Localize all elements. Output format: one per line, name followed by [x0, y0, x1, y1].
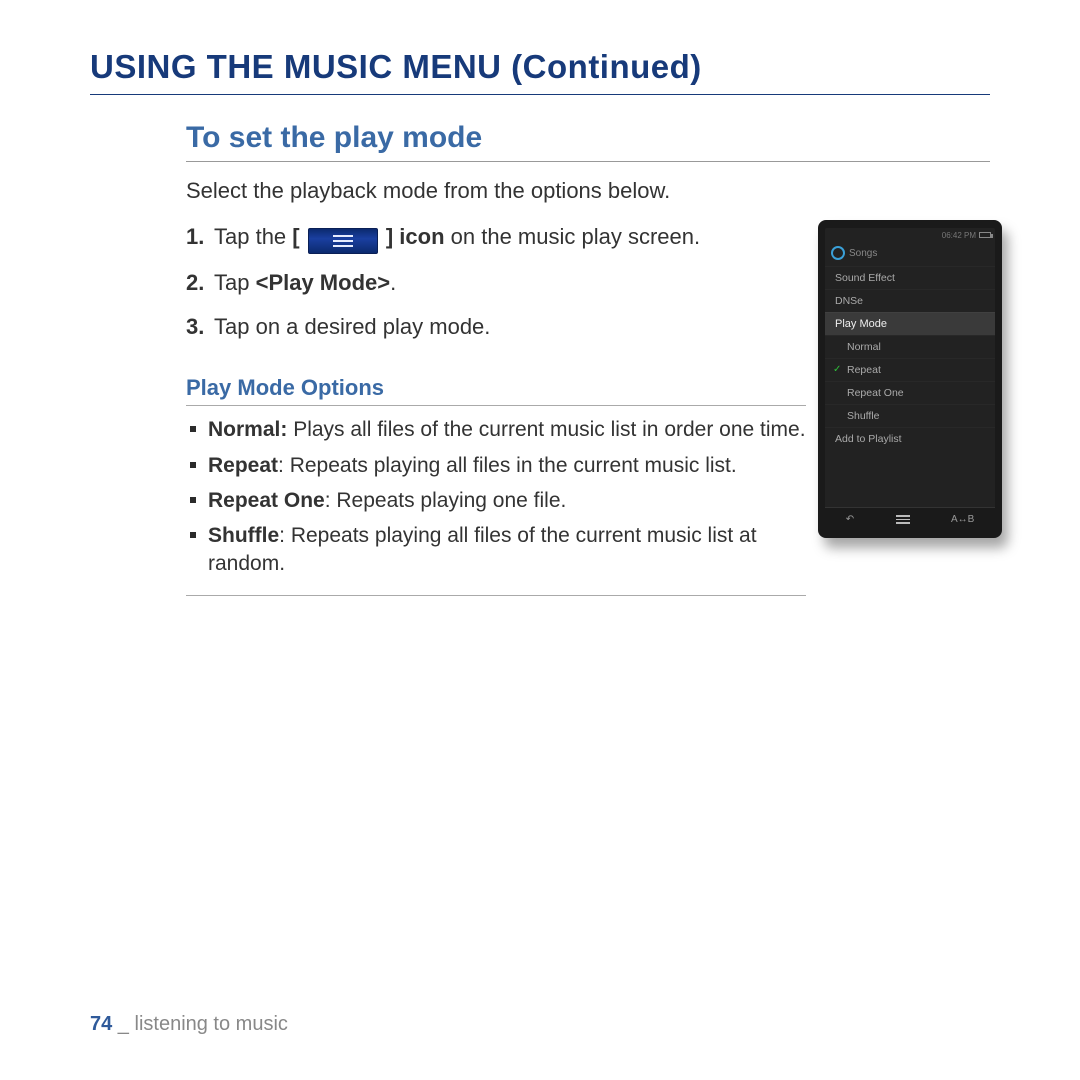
section-heading: To set the play mode [186, 121, 990, 162]
nav-ab-icon[interactable]: A↔B [951, 514, 974, 525]
menu-row-add-playlist[interactable]: Add to Playlist [825, 427, 995, 450]
option-desc: : Repeats playing all files of the curre… [208, 524, 757, 574]
app-logo-icon [831, 246, 845, 260]
options-heading: Play Mode Options [186, 375, 806, 406]
option-desc: Plays all files of the current music lis… [287, 418, 805, 441]
options-list: Normal: Plays all files of the current m… [186, 416, 806, 595]
status-time: 06:42 PM [942, 231, 976, 240]
option-normal: Normal: Plays all files of the current m… [186, 416, 806, 443]
step-3: Tap on a desired play mode. [186, 312, 806, 342]
menu-row-repeat[interactable]: Repeat [825, 358, 995, 381]
step-2-bold: <Play Mode> [256, 270, 391, 295]
option-term: Repeat [208, 454, 278, 477]
menu-row-repeat-one[interactable]: Repeat One [825, 381, 995, 404]
intro-text: Select the playback mode from the option… [186, 178, 806, 204]
menu-row-shuffle[interactable]: Shuffle [825, 404, 995, 427]
menu-row-dnse[interactable]: DNSe [825, 289, 995, 312]
screen-header: Songs [825, 242, 995, 264]
menu-row-play-mode[interactable]: Play Mode [825, 312, 995, 335]
page-footer: 74 _ listening to music [90, 1013, 288, 1036]
nav-menu-icon[interactable] [896, 515, 910, 524]
page-title: USING THE MUSIC MENU (Continued) [90, 48, 990, 95]
step-1-post: on the music play screen. [445, 224, 701, 249]
menu-row-normal[interactable]: Normal [825, 335, 995, 358]
status-bar: 06:42 PM [825, 228, 995, 242]
steps-list: Tap the [ ] icon on the music play scree… [186, 222, 806, 341]
step-2-post: . [390, 270, 396, 295]
battery-icon [979, 232, 991, 238]
step-1-bracket-open: [ [292, 224, 299, 249]
option-repeat-one: Repeat One: Repeats playing one file. [186, 487, 806, 514]
option-term: Normal: [208, 418, 287, 441]
menu-icon [308, 228, 378, 254]
menu-row-sound-effect[interactable]: Sound Effect [825, 266, 995, 289]
option-desc: : Repeats playing one file. [325, 489, 567, 512]
footer-section: listening to music [135, 1013, 288, 1035]
device-screenshot: 06:42 PM Songs Sound Effect DNSe Play Mo… [818, 220, 1002, 538]
step-1-pre: Tap the [214, 224, 292, 249]
footer-sep: _ [112, 1013, 134, 1035]
device-navbar: ↶ A↔B [825, 507, 995, 531]
option-desc: : Repeats playing all files in the curre… [278, 454, 737, 477]
nav-back-icon[interactable]: ↶ [846, 514, 854, 525]
option-shuffle: Shuffle: Repeats playing all files of th… [186, 522, 806, 577]
step-1-iconword: icon [393, 224, 444, 249]
option-term: Repeat One [208, 489, 325, 512]
option-term: Shuffle [208, 524, 279, 547]
step-2-pre: Tap [214, 270, 256, 295]
screen-title: Songs [849, 248, 877, 259]
step-1: Tap the [ ] icon on the music play scree… [186, 222, 806, 254]
option-repeat: Repeat: Repeats playing all files in the… [186, 452, 806, 479]
page-number: 74 [90, 1013, 112, 1035]
step-2: Tap <Play Mode>. [186, 268, 806, 298]
